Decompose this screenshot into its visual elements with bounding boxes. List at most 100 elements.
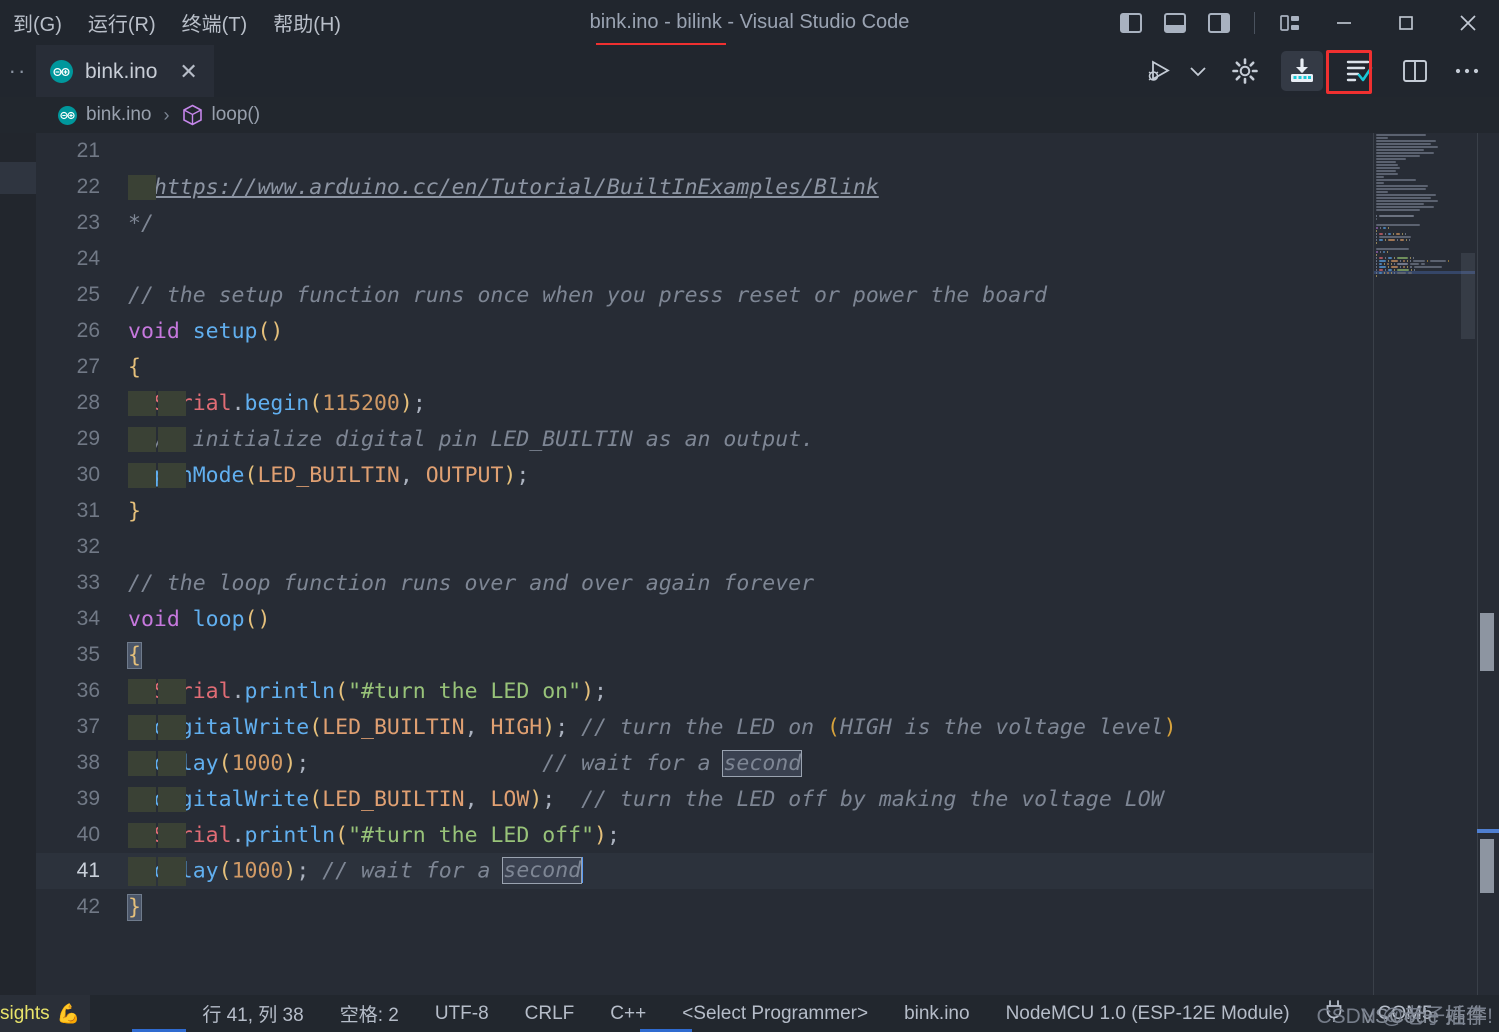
minimap-segment: [1383, 250, 1385, 253]
code-line[interactable]: 34 void loop(): [36, 601, 1499, 637]
activity-bar-strip[interactable]: [0, 133, 36, 995]
menu-help[interactable]: 帮助(H): [260, 8, 354, 37]
activity-bar-selected-item[interactable]: [0, 162, 36, 194]
indent-guide-highlight: [158, 390, 186, 416]
line-content[interactable]: // initialize digital pin LED_BUILTIN as…: [128, 426, 814, 452]
code-line[interactable]: 35 {: [36, 637, 1499, 673]
status-insights[interactable]: sights 💪: [0, 995, 91, 1032]
code-line[interactable]: 39 digitalWrite(LED_BUILTIN, LOW); // tu…: [36, 781, 1499, 817]
line-content[interactable]: }: [127, 893, 142, 921]
code-line[interactable]: 21: [36, 133, 1499, 169]
menu-goto[interactable]: 到(G): [0, 8, 75, 37]
minimap[interactable]: [1373, 133, 1475, 995]
line-content[interactable]: delay(1000); // wait for a second: [128, 856, 584, 886]
line-content[interactable]: // the setup function runs once when you…: [128, 283, 1047, 308]
code-lines[interactable]: 21 22 https://www.arduino.cc/en/Tutorial/…: [36, 133, 1499, 995]
line-content[interactable]: void setup(): [128, 319, 283, 344]
toggle-primary-sidebar-icon[interactable]: [1114, 6, 1148, 40]
close-button[interactable]: [1437, 0, 1499, 45]
line-content[interactable]: // the loop function runs over and over …: [128, 571, 814, 596]
status-language-mode[interactable]: C++: [596, 1003, 660, 1025]
scrollbar-thumb[interactable]: [1480, 613, 1494, 671]
breadcrumb-symbol[interactable]: loop(): [212, 104, 261, 126]
code-line[interactable]: 29 // initialize digital pin LED_BUILTIN…: [36, 421, 1499, 457]
code-line[interactable]: 23 */: [36, 205, 1499, 241]
minimap-slider[interactable]: [1461, 253, 1475, 339]
indent-guide-highlight: [158, 462, 186, 488]
minimap-segment: [1407, 265, 1408, 268]
code-line[interactable]: 28 Serial.begin(115200);: [36, 385, 1499, 421]
status-indentation[interactable]: 空格: 2: [326, 1000, 413, 1027]
code-line[interactable]: 25 // the setup function runs once when y…: [36, 277, 1499, 313]
run-and-debug-button[interactable]: [1141, 51, 1181, 91]
tab-overflow-icon[interactable]: ··: [0, 45, 36, 97]
more-actions-button[interactable]: [1447, 51, 1487, 91]
minimap-segment: [1391, 262, 1392, 265]
breadcrumb-file[interactable]: bink.ino: [86, 104, 152, 126]
code-line[interactable]: 22 https://www.arduino.cc/en/Tutorial/Bu…: [36, 169, 1499, 205]
menu-terminal[interactable]: 终端(T): [169, 8, 261, 37]
code-token: 1000: [231, 858, 284, 883]
line-content[interactable]: void loop(): [128, 607, 270, 632]
status-programmer[interactable]: <Select Programmer>: [668, 1003, 882, 1025]
code-line[interactable]: 38 delay(1000); // wait for a second: [36, 745, 1499, 781]
line-content[interactable]: pinMode(LED_BUILTIN, OUTPUT);: [128, 462, 529, 488]
minimap-segment: [1387, 262, 1389, 265]
code-line[interactable]: 31}: [36, 493, 1499, 529]
line-content[interactable]: Serial.println("#turn the LED off");: [128, 822, 620, 848]
line-content[interactable]: }: [128, 499, 141, 524]
code-line[interactable]: 27 {: [36, 349, 1499, 385]
minimap-segment: [1406, 238, 1407, 241]
code-line[interactable]: 24: [36, 241, 1499, 277]
line-content[interactable]: Serial.println("#turn the LED on");: [128, 678, 607, 704]
vertical-scrollbar[interactable]: [1475, 133, 1499, 995]
line-content[interactable]: */: [128, 211, 154, 236]
status-encoding[interactable]: UTF-8: [421, 1003, 503, 1025]
code-line[interactable]: 37 digitalWrite(LED_BUILTIN, HIGH); // t…: [36, 709, 1499, 745]
code-token: // the setup function runs once when you…: [128, 282, 1048, 308]
code-editor[interactable]: 21 22 https://www.arduino.cc/en/Tutorial/…: [36, 133, 1499, 995]
close-icon[interactable]: ✕: [179, 60, 197, 83]
arduino-upload-button[interactable]: [1281, 51, 1323, 91]
run-options-chevron-down-icon[interactable]: [1185, 51, 1211, 91]
status-board[interactable]: NodeMCU 1.0 (ESP-12E Module): [992, 1003, 1304, 1025]
code-line[interactable]: 40 Serial.println("#turn the LED off");: [36, 817, 1499, 853]
divider: [1254, 11, 1255, 34]
line-number: 26: [76, 319, 100, 342]
toggle-panel-icon[interactable]: [1158, 6, 1192, 40]
code-line[interactable]: 32: [36, 529, 1499, 565]
customize-layout-icon[interactable]: [1273, 6, 1307, 40]
toggle-secondary-sidebar-icon[interactable]: [1202, 6, 1236, 40]
scrollbar-thumb-lower[interactable]: [1480, 839, 1494, 893]
menu-terminal-label: 终端(T): [181, 14, 248, 36]
line-content[interactable]: digitalWrite(LED_BUILTIN, LOW); // turn …: [128, 786, 1164, 812]
split-editor-button[interactable]: [1395, 51, 1435, 91]
maximize-button[interactable]: [1375, 0, 1437, 45]
indent-guide-highlight: [128, 462, 156, 488]
menu-run[interactable]: 运行(R): [75, 8, 169, 37]
code-line[interactable]: 26 void setup(): [36, 313, 1499, 349]
line-number: 31: [76, 499, 100, 522]
code-line[interactable]: 30 pinMode(LED_BUILTIN, OUTPUT);: [36, 457, 1499, 493]
code-line[interactable]: 36 Serial.println("#turn the LED on");: [36, 673, 1499, 709]
minimap-segment: [1376, 229, 1377, 232]
status-cursor-position[interactable]: 行 41, 列 38: [188, 1000, 317, 1027]
code-line[interactable]: 41 delay(1000); // wait for a second: [36, 853, 1499, 889]
minimize-button[interactable]: [1313, 0, 1375, 45]
line-content[interactable]: Serial.begin(115200);: [128, 390, 426, 416]
code-line[interactable]: 33 // the loop function runs over and ove…: [36, 565, 1499, 601]
word-match-highlight: second: [722, 749, 803, 777]
status-eol[interactable]: CRLF: [511, 1003, 589, 1025]
arduino-verify-button[interactable]: [1339, 51, 1379, 91]
line-content[interactable]: {: [128, 355, 141, 380]
code-line[interactable]: 42}: [36, 889, 1499, 925]
arduino-settings-gear-icon[interactable]: [1225, 51, 1265, 91]
line-content[interactable]: {: [127, 641, 142, 669]
line-content[interactable]: delay(1000); // wait for a second: [128, 749, 803, 777]
indent-guide-highlight: [158, 822, 186, 848]
minimap-segment: [1376, 139, 1436, 142]
status-sketch[interactable]: bink.ino: [890, 1003, 984, 1025]
tab-bink-ino[interactable]: bink.ino ✕: [36, 45, 214, 97]
line-content[interactable]: digitalWrite(LED_BUILTIN, HIGH); // turn…: [128, 714, 1177, 740]
line-content[interactable]: https://www.arduino.cc/en/Tutorial/Built…: [128, 174, 879, 200]
